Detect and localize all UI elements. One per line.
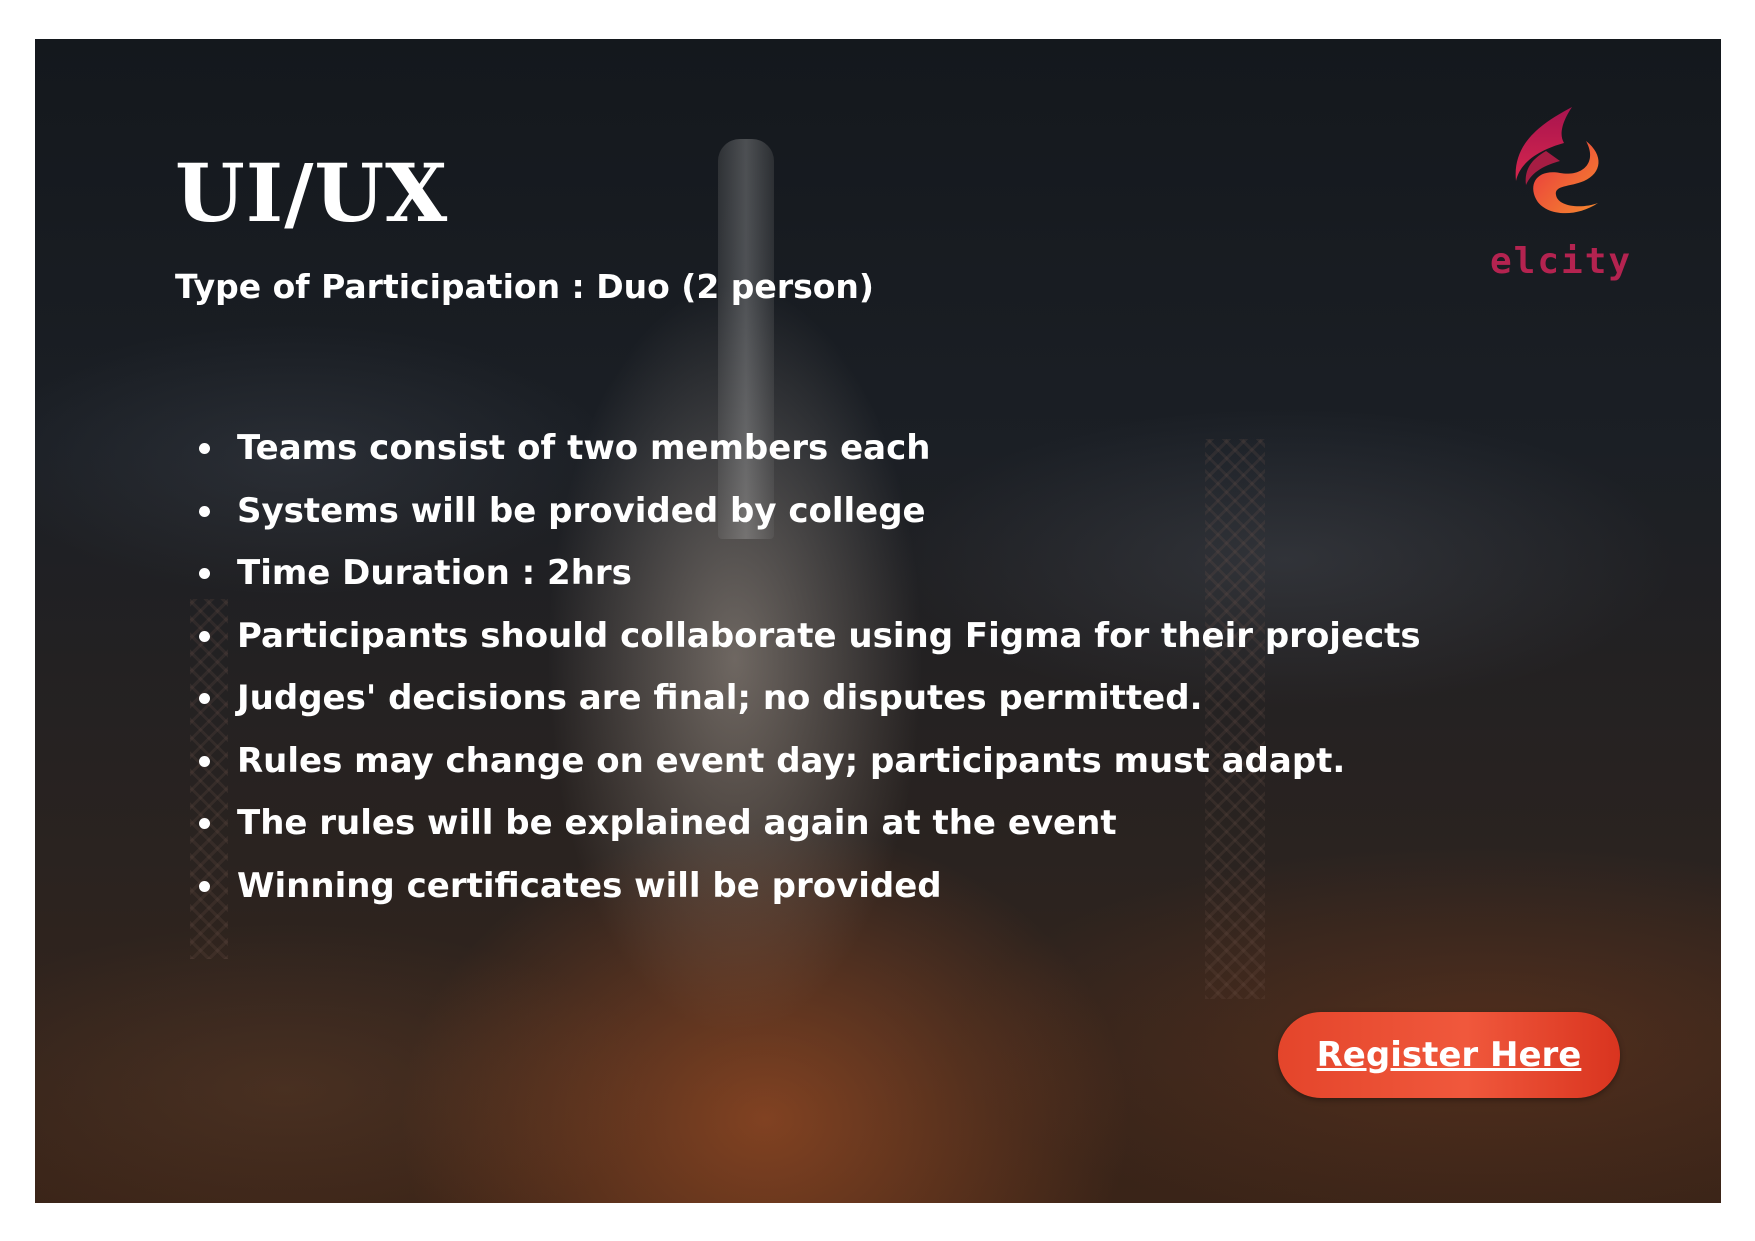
rule-text: Rules may change on event day; participa… (237, 740, 1346, 781)
bullet-icon (199, 443, 210, 454)
rule-text: Judges' decisions are final; no disputes… (237, 678, 1203, 718)
rule-text: Systems will be provided by college (237, 490, 926, 531)
rule-item: Systems will be provided by college (175, 480, 1421, 543)
rule-item: Participants should collaborate using Fi… (175, 605, 1421, 668)
page: UI/UX Type of Participation : Duo (2 per… (0, 0, 1755, 1241)
rule-text: Teams consist of two members each (237, 428, 931, 468)
logo-text: elcity (1490, 241, 1633, 282)
rule-item: Teams consist of two members each (175, 417, 1421, 480)
rule-text: The rules will be explained again at the… (237, 803, 1117, 843)
rule-item: Winning certificates will be provided (175, 855, 1421, 918)
rule-text: Participants should collaborate using Fi… (237, 615, 1421, 656)
rule-text: Winning certificates will be provided (237, 865, 942, 906)
rules-list: Teams consist of two members each System… (175, 417, 1421, 917)
rule-item: Rules may change on event day; participa… (175, 730, 1421, 793)
rule-text: Time Duration : 2hrs (237, 553, 632, 593)
bullet-icon (199, 693, 210, 704)
register-button-label: Register Here (1316, 1035, 1582, 1075)
rule-item: Judges' decisions are final; no disputes… (175, 667, 1421, 730)
bullet-icon (199, 505, 210, 517)
participation-type: Type of Participation : Duo (2 person) (175, 267, 874, 306)
bullet-icon (199, 630, 210, 642)
rule-item: The rules will be explained again at the… (175, 792, 1421, 855)
bullet-icon (199, 755, 210, 767)
register-button[interactable]: Register Here (1278, 1012, 1620, 1098)
bullet-icon (199, 818, 210, 829)
event-title: UI/UX (175, 146, 449, 240)
bullet-icon (199, 880, 210, 892)
flame-icon (1515, 107, 1599, 214)
rule-item: Time Duration : 2hrs (175, 542, 1421, 605)
event-card: UI/UX Type of Participation : Duo (2 per… (35, 39, 1721, 1203)
elcity-logo: elcity (1490, 103, 1633, 293)
bullet-icon (199, 568, 210, 579)
